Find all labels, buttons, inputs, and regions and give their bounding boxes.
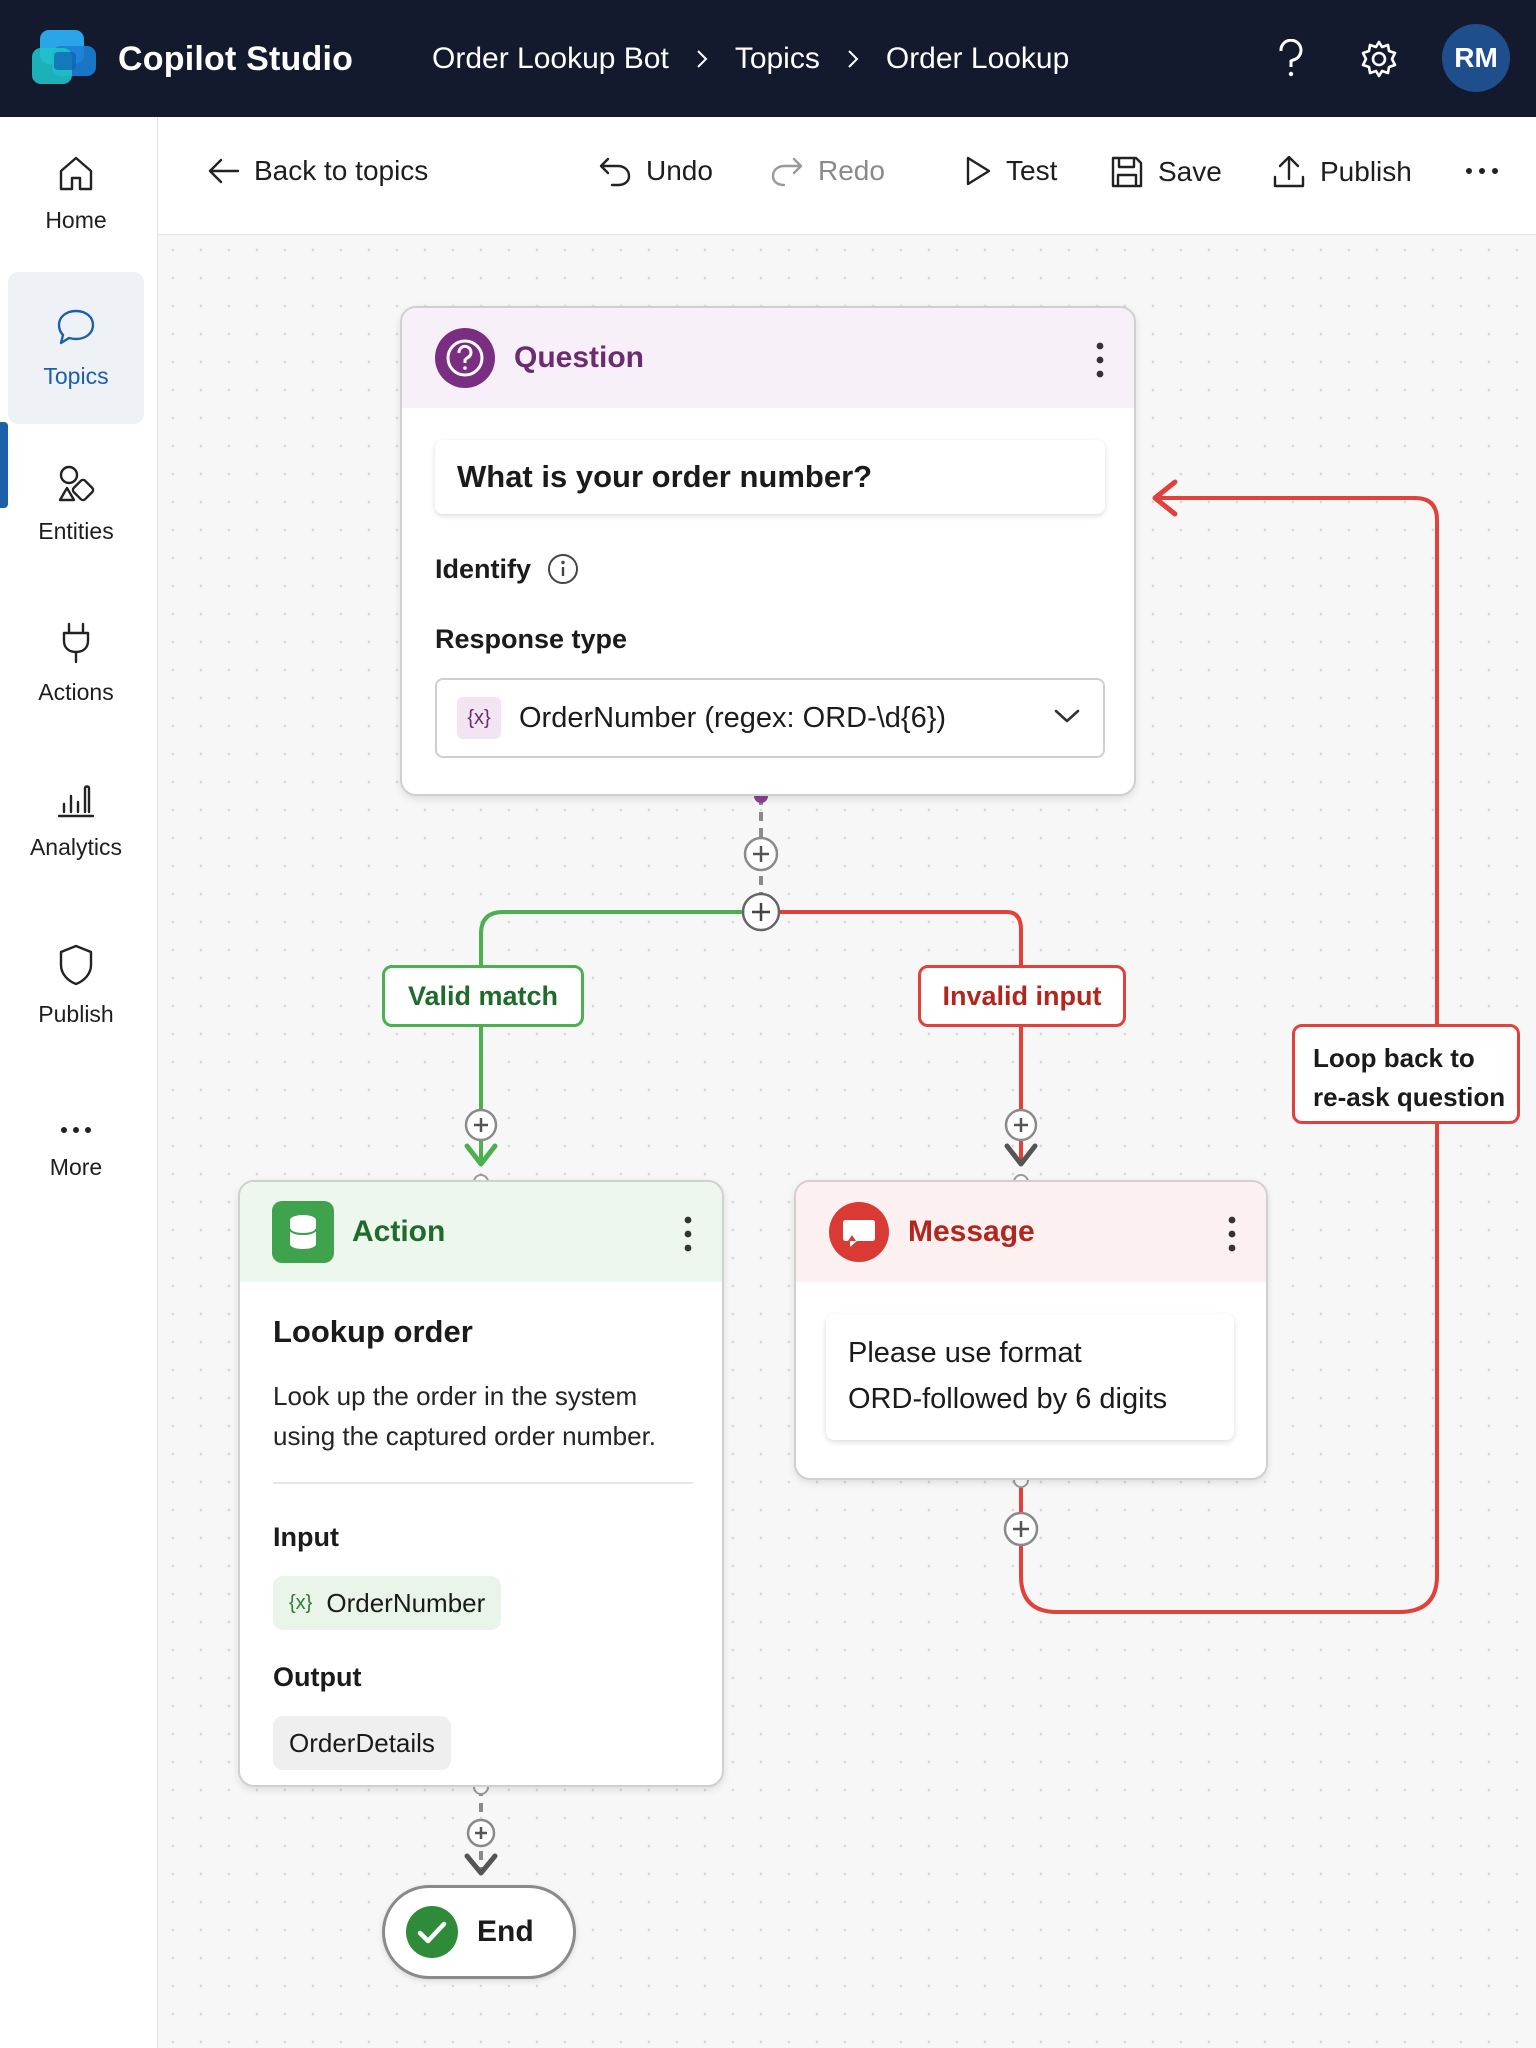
rail-item-label: Publish [38, 1000, 114, 1027]
home-icon [59, 156, 93, 190]
entities-icon [58, 465, 95, 501]
app-title: Copilot Studio [118, 40, 354, 78]
redo-button[interactable]: Redo [770, 155, 885, 187]
arrow-left-icon [208, 158, 240, 184]
rail-item-label: Actions [38, 678, 114, 705]
chevron-right-icon [697, 50, 708, 68]
message-node-header: Message [796, 1182, 1266, 1282]
output-variable-chip[interactable]: OrderDetails [273, 1716, 451, 1770]
end-node[interactable]: End [382, 1885, 576, 1979]
message-text[interactable]: Please use format ORD-followed by 6 digi… [826, 1314, 1234, 1440]
redo-icon [771, 157, 803, 187]
action-node[interactable]: Action Lookup order Look up the order in… [238, 1180, 724, 1787]
response-type-value: OrderNumber (regex: ORD-\d{6}) [519, 701, 947, 734]
branch-label-valid[interactable]: Valid match [382, 965, 584, 1027]
rail-item-more[interactable]: More [8, 1074, 144, 1226]
question-node[interactable]: Question What is your order number? Iden… [400, 306, 1136, 796]
end-label: End [477, 1915, 534, 1948]
question-prompt[interactable]: What is your order number? [435, 440, 1105, 514]
top-bar: Copilot Studio Order Lookup Bot Topics O… [0, 0, 1536, 117]
rail-item-label: Topics [43, 362, 109, 389]
rail-item-publish[interactable]: Publish [8, 909, 144, 1061]
add-step-button[interactable] [742, 835, 780, 873]
editor-toolbar: Back to topics Undo Redo Test Save Publi… [158, 117, 1536, 235]
play-icon [966, 156, 991, 186]
question-node-header: Question [402, 308, 1134, 408]
input-label: Input [273, 1522, 339, 1552]
node-type-label: Message [908, 1215, 1035, 1248]
analytics-icon [57, 784, 95, 817]
back-to-topics-button[interactable]: Back to topics [208, 155, 428, 187]
more-options-button[interactable] [1464, 165, 1514, 177]
upload-icon [1273, 155, 1305, 188]
shield-icon [59, 944, 93, 985]
divider [273, 1482, 693, 1484]
breadcrumb-current: Order Lookup [885, 42, 1070, 75]
rail-item-label: More [49, 1153, 103, 1180]
action-heading: Lookup order [273, 1314, 473, 1349]
variable-icon: {x} [289, 1591, 313, 1614]
rail-item-actions[interactable]: Actions [8, 587, 144, 739]
loop-back-label: Loop back to re-ask question [1292, 1024, 1520, 1124]
rail-item-label: Analytics [29, 833, 123, 860]
active-indicator [0, 422, 8, 508]
help-icon [1279, 39, 1303, 77]
copilot-studio-logo[interactable] [30, 28, 100, 90]
node-menu-icon[interactable] [684, 1216, 692, 1252]
rail-item-label: Home [45, 206, 107, 233]
more-icon [1466, 168, 1498, 174]
save-button[interactable]: Save [1110, 155, 1222, 189]
action-description: Look up the order in the system using th… [273, 1381, 657, 1451]
help-button[interactable] [1268, 36, 1314, 82]
response-type-select[interactable]: {x} OrderNumber (regex: ORD-\d{6}) [435, 678, 1105, 758]
action-node-header: Action [240, 1182, 722, 1282]
rail-item-analytics[interactable]: Analytics [8, 744, 144, 896]
avatar[interactable]: RM [1442, 24, 1510, 92]
rail-item-home[interactable]: Home [8, 117, 144, 269]
rail-item-label: Entities [38, 517, 114, 544]
gear-icon [1361, 40, 1397, 78]
branch-label-invalid[interactable]: Invalid input [918, 965, 1126, 1027]
node-type-label: Question [514, 341, 645, 374]
add-step-button[interactable] [1002, 1106, 1040, 1144]
info-icon[interactable] [547, 553, 579, 585]
rail-item-topics[interactable]: Topics [8, 272, 144, 424]
flow-canvas[interactable]: Question What is your order number? Iden… [159, 236, 1536, 2048]
node-menu-icon[interactable] [1096, 342, 1104, 378]
node-menu-icon[interactable] [1228, 1216, 1236, 1252]
message-icon [829, 1202, 889, 1262]
question-icon [435, 328, 495, 388]
chevron-down-icon [1054, 709, 1080, 723]
message-node[interactable]: Message Please use format ORD-followed b… [794, 1180, 1268, 1480]
left-rail: Home Topics Entities Actions Analytics P… [0, 117, 158, 2048]
output-label: Output [273, 1662, 362, 1692]
identify-label: Identify [435, 553, 579, 585]
input-variable-chip[interactable]: {x} OrderNumber [273, 1576, 502, 1630]
rail-item-entities[interactable]: Entities [8, 427, 144, 579]
add-branch-button[interactable] [740, 891, 782, 933]
chat-icon [57, 309, 95, 344]
node-type-label: Action [352, 1215, 446, 1248]
add-step-button[interactable] [464, 1816, 498, 1850]
variable-icon: {x} [457, 697, 501, 739]
more-icon [61, 1126, 91, 1133]
save-icon [1111, 156, 1143, 188]
chevron-right-icon [848, 50, 859, 68]
undo-icon [599, 157, 631, 187]
breadcrumb-bot[interactable]: Order Lookup Bot [432, 42, 669, 76]
plug-icon [62, 622, 90, 663]
settings-button[interactable] [1356, 36, 1402, 82]
check-circle-icon [406, 1906, 458, 1958]
response-type-label: Response type [435, 624, 628, 654]
breadcrumb: Order Lookup Bot Topics Order Lookup [432, 42, 1069, 76]
breadcrumb-topics[interactable]: Topics [735, 42, 820, 76]
undo-button[interactable]: Undo [598, 155, 713, 187]
add-step-button[interactable] [462, 1106, 500, 1144]
test-button[interactable]: Test [964, 155, 1057, 187]
add-step-button[interactable] [1002, 1510, 1040, 1548]
publish-button[interactable]: Publish [1272, 155, 1412, 189]
database-icon [272, 1201, 334, 1263]
